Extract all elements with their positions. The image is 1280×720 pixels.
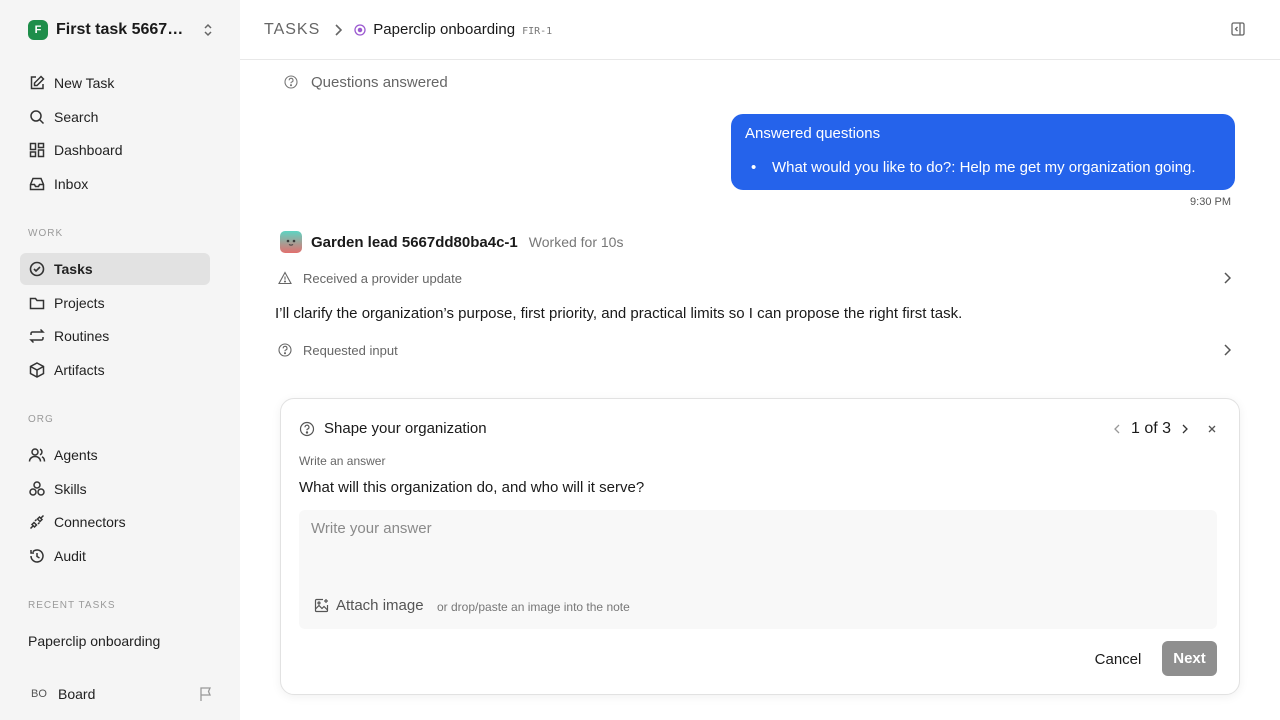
bubble-title: Answered questions — [745, 125, 881, 142]
question-card-title: Shape your organization — [324, 420, 487, 437]
top-bar: TASKS Paperclip onboarding FIR-1 — [240, 0, 1280, 60]
chevron-right-icon — [334, 23, 343, 36]
answer-box: Attach image or drop/paste an image into… — [299, 510, 1217, 629]
event-label: Requested input — [303, 342, 398, 358]
event-label: Questions answered — [311, 73, 448, 91]
nav-audit[interactable]: Audit — [20, 540, 210, 572]
chevron-right-icon — [1223, 272, 1231, 284]
workspace-logo: F — [28, 20, 48, 40]
nav-label: Skills — [54, 481, 87, 497]
nav-label: Agents — [54, 447, 98, 463]
user-message-bubble: Answered questions • What would you like… — [731, 114, 1235, 190]
provider-update-row[interactable]: Received a provider update — [278, 270, 1236, 286]
recent-task-item[interactable]: Paperclip onboarding — [28, 633, 160, 649]
box-icon — [28, 361, 46, 379]
nav-agents[interactable]: Agents — [20, 439, 210, 471]
chevron-up-down-icon — [202, 23, 214, 37]
nav-search[interactable]: Search — [20, 101, 210, 133]
question-type-label: Write an answer — [299, 454, 386, 468]
answer-input[interactable] — [299, 510, 1217, 580]
nav-label: New Task — [54, 75, 115, 91]
chevron-right-icon — [1223, 344, 1231, 356]
nav-label: Audit — [54, 548, 86, 564]
workspace-switcher[interactable]: F First task 5667dd... — [28, 20, 214, 40]
nav-projects[interactable]: Projects — [20, 287, 210, 319]
pager-text: 1 of 3 — [1130, 420, 1171, 437]
edit-icon — [28, 74, 46, 92]
questions-answered-event: Questions answered — [284, 73, 448, 91]
bullet: • — [751, 159, 757, 176]
dashboard-icon — [28, 141, 46, 159]
cancel-button[interactable]: Cancel — [1086, 642, 1150, 677]
search-icon — [28, 108, 46, 126]
question-circle-icon — [284, 75, 298, 89]
inbox-icon — [28, 175, 46, 193]
agent-avatar — [280, 231, 302, 253]
message-timestamp: 9:30 PM — [1190, 196, 1231, 208]
check-circle-icon — [28, 260, 46, 278]
skills-icon — [28, 480, 46, 498]
user-menu[interactable]: BO Board — [28, 684, 214, 704]
nav-routines[interactable]: Routines — [20, 320, 210, 352]
nav-label: Projects — [54, 295, 105, 311]
nav-label: Dashboard — [54, 142, 123, 158]
nav-label: Tasks — [54, 261, 93, 277]
question-card: Shape your organization 1 of 3 Write an … — [280, 398, 1240, 695]
breadcrumb-root[interactable]: TASKS — [264, 21, 320, 39]
agent-header: Garden lead 5667dd80ba4c-1 Worked for 10… — [280, 231, 623, 253]
next-button[interactable]: Next — [1162, 641, 1217, 676]
nav-new-task[interactable]: New Task — [20, 67, 210, 99]
bubble-list-item: • What would you like to do?: Help me ge… — [745, 159, 1221, 176]
agent-name[interactable]: Garden lead 5667dd80ba4c-1 — [311, 234, 518, 251]
bubble-item-text: What would you like to do?: Help me get … — [772, 159, 1196, 176]
attach-hint: or drop/paste an image into the note — [437, 600, 630, 614]
page-title: Paperclip onboarding — [373, 21, 516, 38]
repeat-icon — [28, 327, 46, 345]
question-pager: 1 of 3 — [1113, 420, 1217, 438]
nav-connectors[interactable]: Connectors — [20, 506, 210, 538]
panel-toggle-icon[interactable] — [1230, 21, 1246, 37]
history-icon — [28, 547, 46, 565]
agent-worked-time: Worked for 10s — [528, 234, 624, 250]
chevron-left-icon[interactable] — [1113, 424, 1121, 434]
task-id: FIR-1 — [522, 25, 553, 37]
nav-label: Routines — [54, 328, 110, 344]
chevron-right-icon[interactable] — [1181, 424, 1189, 434]
status-circle-icon[interactable] — [354, 23, 366, 36]
plug-icon — [28, 513, 46, 531]
attach-image-button[interactable]: Attach image — [314, 597, 424, 614]
nav-label: Artifacts — [54, 362, 105, 378]
flag-icon[interactable] — [198, 686, 214, 702]
avatar: BO — [31, 688, 47, 700]
event-label: Received a provider update — [303, 270, 462, 286]
user-name: Board — [58, 686, 96, 702]
nav-label: Inbox — [54, 176, 89, 192]
attach-image-label: Attach image — [336, 597, 424, 614]
folder-icon — [28, 294, 46, 312]
warning-icon — [278, 271, 292, 285]
sidebar: F First task 5667dd... New Task Search D… — [0, 0, 240, 720]
nav-artifacts[interactable]: Artifacts — [20, 354, 210, 386]
nav-tasks[interactable]: Tasks — [20, 253, 210, 285]
workspace-name: First task 5667dd... — [56, 21, 192, 38]
question-card-header: Shape your organization — [299, 420, 487, 437]
nav-inbox[interactable]: Inbox — [20, 168, 210, 200]
section-label-recent: RECENT TASKS — [28, 600, 116, 611]
question-circle-icon — [278, 343, 292, 357]
question-circle-icon — [299, 421, 315, 437]
section-label-work: WORK — [28, 228, 64, 239]
requested-input-row[interactable]: Requested input — [278, 342, 1236, 358]
image-plus-icon — [314, 598, 329, 613]
nav-skills[interactable]: Skills — [20, 473, 210, 505]
users-icon — [28, 446, 46, 464]
agent-message: I’ll clarify the organization’s purpose,… — [275, 305, 963, 322]
nav-dashboard[interactable]: Dashboard — [20, 134, 210, 166]
nav-label: Search — [54, 109, 99, 125]
section-label-org: ORG — [28, 414, 54, 425]
question-text: What will this organization do, and who … — [299, 479, 645, 496]
close-icon[interactable] — [1207, 424, 1217, 434]
nav-label: Connectors — [54, 514, 126, 530]
